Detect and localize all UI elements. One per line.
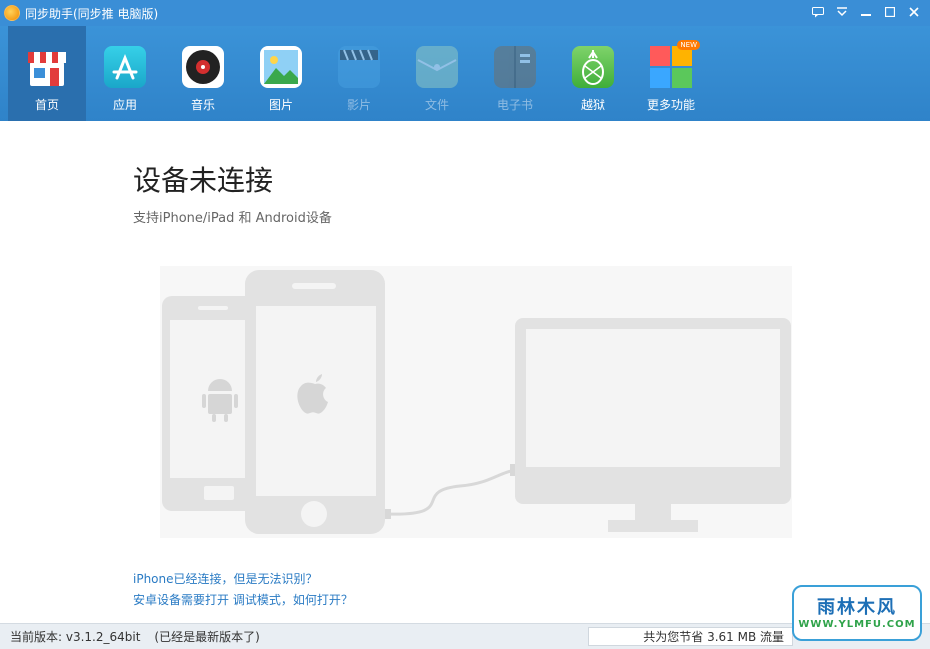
tab-label: 音乐: [190, 98, 215, 112]
tab-music[interactable]: 音乐: [164, 26, 242, 121]
watermark-title: 雨林木风: [817, 597, 897, 618]
window-controls: [808, 3, 924, 21]
minimize-icon[interactable]: [856, 3, 876, 21]
menu-icon[interactable]: [832, 3, 852, 21]
tab-label: 文件: [424, 98, 449, 112]
new-badge: NEW: [677, 40, 700, 50]
feedback-icon[interactable]: [808, 3, 828, 21]
grid-icon: NEW: [650, 40, 700, 88]
picture-icon: [260, 46, 302, 88]
computer-monitor-icon: [515, 318, 791, 532]
tab-jailbreak[interactable]: 越狱: [554, 26, 632, 121]
page-title: 设备未连接: [133, 164, 274, 197]
window-title: 同步助手(同步推 电脑版): [25, 6, 159, 21]
vinyl-record-icon: [182, 46, 224, 88]
latest-version-note: (已经是最新版本了): [154, 630, 260, 644]
status-bar: 当前版本: v3.1.2_64bit (已经是最新版本了) 共为您节省 3.61…: [0, 623, 930, 649]
clapperboard-icon: [338, 46, 380, 88]
book-icon: [494, 46, 536, 88]
tab-movies[interactable]: 影片: [320, 26, 398, 121]
tab-label: 首页: [34, 98, 59, 112]
watermark-url: WWW.YLMFU.COM: [798, 619, 916, 630]
tab-label: 图片: [268, 98, 293, 112]
tab-files[interactable]: 文件: [398, 26, 476, 121]
tab-home[interactable]: 首页: [8, 26, 86, 121]
traffic-saved-box: 共为您节省 3.61 MB 流量: [588, 627, 793, 646]
watermark-logo: 雨林木风 WWW.YLMFU.COM: [792, 585, 922, 641]
iphone-icon: [245, 270, 385, 534]
traffic-saved-text: 共为您节省 3.61 MB 流量: [643, 630, 784, 644]
folder-icon: [416, 46, 458, 88]
device-illustration: [160, 266, 792, 538]
tab-label: 电子书: [496, 98, 533, 112]
main-content: 设备未连接 支持iPhone/iPad 和 Android设备 iPhone已经…: [0, 121, 930, 623]
tab-pictures[interactable]: 图片: [242, 26, 320, 121]
close-icon[interactable]: [904, 3, 924, 21]
tab-label: 应用: [112, 98, 137, 112]
tab-ebooks[interactable]: 电子书: [476, 26, 554, 121]
page-subtitle: 支持iPhone/iPad 和 Android设备: [133, 211, 332, 226]
tab-more-features[interactable]: NEW 更多功能: [632, 26, 710, 121]
tab-label: 更多功能: [646, 98, 695, 112]
main-toolbar: 首页 应用 音乐 图片 影片 文件 电子书 越狱 NEW 更多功能: [0, 26, 930, 121]
maximize-icon[interactable]: [880, 3, 900, 21]
android-debug-mode-link[interactable]: 安卓设备需要打开 调试模式，如何打开？: [133, 591, 353, 608]
app-store-icon: [104, 46, 146, 88]
tab-label: 影片: [346, 98, 371, 112]
store-icon: [26, 46, 68, 88]
version-label: 当前版本: v3.1.2_64bit: [10, 630, 141, 644]
app-logo-icon: [4, 5, 20, 21]
tab-apps[interactable]: 应用: [86, 26, 164, 121]
title-bar: 同步助手(同步推 电脑版): [0, 0, 930, 26]
iphone-not-recognized-link[interactable]: iPhone已经连接，但是无法识别？: [133, 570, 318, 587]
tab-label: 越狱: [580, 98, 605, 112]
pineapple-icon: [572, 46, 614, 88]
